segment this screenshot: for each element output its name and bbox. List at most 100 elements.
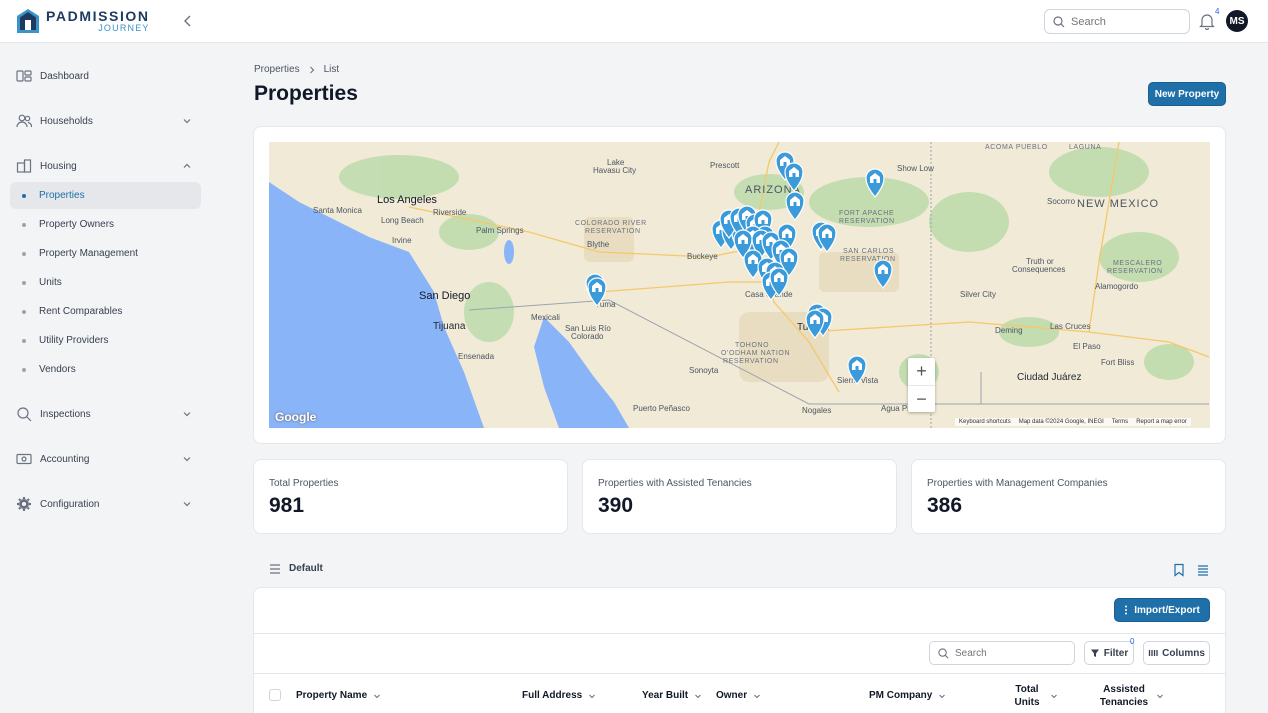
column-header-full-address[interactable]: Full Address: [522, 689, 596, 702]
map-data-attribution: Map data ©2024 Google, INEGI: [1018, 419, 1104, 425]
sidebar-item-households[interactable]: Households: [0, 106, 212, 136]
stat-label: Properties with Assisted Tenancies: [598, 478, 752, 489]
sidebar-item-dashboard[interactable]: Dashboard: [0, 61, 212, 91]
view-name: Default: [289, 563, 323, 574]
columns-button[interactable]: Columns: [1143, 641, 1210, 665]
sidebar-item-label: Inspections: [40, 408, 91, 420]
money-icon: [16, 453, 32, 465]
property-marker-icon[interactable]: [873, 259, 893, 289]
columns-icon: [1148, 650, 1158, 656]
breadcrumb: Properties List: [254, 64, 339, 75]
stat-value: 386: [927, 494, 963, 517]
bookmark-icon[interactable]: [1172, 563, 1186, 577]
search-icon: [1053, 15, 1065, 27]
column-header-label: Year Built: [642, 690, 689, 701]
keyboard-shortcuts-link[interactable]: Keyboard shortcuts: [959, 419, 1011, 425]
breadcrumb-list: List: [323, 64, 340, 75]
sidebar-subitem-rent-comparables[interactable]: Rent Comparables: [10, 298, 201, 325]
sidebar: Dashboard Households Housing Properties …: [0, 43, 212, 713]
collapse-sidebar-button[interactable]: [180, 12, 196, 30]
sidebar-item-label: Configuration: [40, 498, 100, 510]
stat-label: Properties with Management Companies: [927, 478, 1108, 489]
table-search-input[interactable]: [955, 647, 1055, 659]
filter-button[interactable]: Filter: [1084, 641, 1134, 665]
dashboard-icon: [16, 70, 32, 82]
notifications-button[interactable]: [1199, 12, 1215, 31]
column-header-label: Total Units: [1014, 684, 1040, 708]
google-logo: Google: [275, 410, 317, 424]
notification-badge: 4: [1215, 7, 1220, 16]
breadcrumb-properties[interactable]: Properties: [254, 64, 300, 75]
sidebar-item-configuration[interactable]: Configuration: [0, 489, 212, 519]
top-bar: PADMISSION JOURNEY 4 MS: [0, 0, 1268, 43]
property-marker-icon[interactable]: [784, 162, 804, 192]
page-title: Properties: [254, 82, 358, 105]
terms-link[interactable]: Terms: [1112, 419, 1128, 425]
map-markers: [585, 151, 893, 385]
sidebar-item-label: Households: [40, 115, 93, 127]
sidebar-item-housing[interactable]: Housing: [0, 151, 212, 181]
column-header-label: Owner: [716, 690, 748, 701]
column-header-label: Assisted Tenancies: [1099, 684, 1149, 708]
chevron-down-icon: [1051, 694, 1057, 699]
column-header-label: Full Address: [522, 690, 583, 701]
user-avatar[interactable]: MS: [1226, 10, 1248, 32]
stat-card-total-properties: Total Properties 981: [253, 459, 568, 534]
new-property-button[interactable]: New Property: [1148, 82, 1226, 106]
column-header-property-name[interactable]: Property Name: [296, 689, 381, 702]
sidebar-item-label: Dashboard: [40, 70, 89, 82]
building-icon: [16, 159, 32, 173]
column-header-label: Property Name: [296, 690, 368, 701]
sidebar-item-inspections[interactable]: Inspections: [0, 399, 212, 429]
stack-icon[interactable]: [1196, 563, 1210, 577]
table-search[interactable]: [929, 641, 1075, 665]
column-header-owner[interactable]: Owner: [716, 689, 761, 702]
bell-icon: [1199, 14, 1215, 31]
chevron-right-icon: [309, 66, 314, 73]
logo-title: PADMISSION: [46, 8, 150, 24]
report-map-error-link[interactable]: Report a map error: [1136, 419, 1187, 425]
chevron-left-icon: [184, 15, 191, 27]
sidebar-item-accounting[interactable]: Accounting: [0, 444, 212, 474]
chevron-down-icon: [939, 694, 946, 698]
sidebar-subitem-units[interactable]: Units: [10, 269, 201, 296]
property-marker-icon[interactable]: [865, 168, 885, 198]
filter-count-badge: 0: [1130, 637, 1135, 646]
column-header-year-built[interactable]: Year Built: [642, 689, 702, 702]
gear-icon: [17, 497, 31, 511]
sidebar-subitem-vendors[interactable]: Vendors: [10, 356, 201, 383]
sidebar-subitem-property-management[interactable]: Property Management: [10, 240, 201, 267]
stat-value: 981: [269, 494, 305, 517]
column-header-label: PM Company: [869, 690, 933, 701]
zoom-out-button[interactable]: −: [908, 385, 935, 412]
property-map[interactable]: Los Angeles Santa Monica Long Beach Irvi…: [269, 142, 1210, 428]
users-icon: [16, 114, 32, 128]
logo[interactable]: PADMISSION JOURNEY: [16, 8, 150, 34]
property-marker-icon[interactable]: [785, 191, 805, 221]
sidebar-subitem-property-owners[interactable]: Property Owners: [10, 211, 201, 238]
chevron-down-icon: [183, 502, 191, 507]
column-header-total-units[interactable]: Total Units: [1010, 683, 1080, 709]
column-header-pm-company[interactable]: PM Company: [869, 689, 946, 702]
list-icon: [270, 563, 280, 574]
import-export-label: Import/Export: [1134, 604, 1200, 616]
chevron-up-icon: [183, 163, 191, 168]
stat-card-management-companies: Properties with Management Companies 386: [911, 459, 1226, 534]
chevron-down-icon: [183, 119, 191, 124]
import-export-button[interactable]: Import/Export: [1114, 598, 1210, 622]
sidebar-subitem-properties[interactable]: Properties: [10, 182, 201, 209]
zoom-in-button[interactable]: +: [908, 358, 935, 385]
property-marker-icon[interactable]: [587, 277, 607, 307]
global-search[interactable]: [1044, 9, 1190, 34]
columns-label: Columns: [1162, 647, 1205, 659]
chevron-down-icon: [183, 457, 191, 462]
logo-subtitle: JOURNEY: [98, 23, 150, 33]
sidebar-subitem-utility-providers[interactable]: Utility Providers: [10, 327, 201, 354]
house-logo-icon: [16, 8, 40, 34]
global-search-input[interactable]: [1071, 15, 1171, 28]
column-header-assisted-tenancies[interactable]: Assisted Tenancies: [1098, 683, 1182, 709]
property-marker-icon[interactable]: [847, 355, 867, 385]
view-selector[interactable]: Default: [269, 563, 323, 574]
select-all-checkbox[interactable]: [269, 689, 281, 701]
filter-icon: [1090, 649, 1099, 657]
